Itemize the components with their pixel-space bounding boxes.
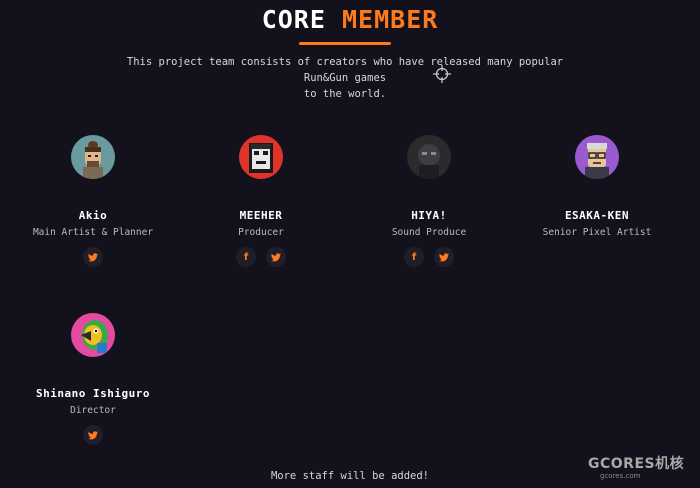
twitter-icon[interactable] (266, 247, 286, 267)
member-name: MEEHER (239, 209, 283, 222)
description-line: to the world. (303, 88, 387, 100)
member-card-shinano-ishiguro: Shinano Ishiguro Director (8, 313, 178, 445)
twitter-icon[interactable] (434, 247, 454, 267)
crosshair-cursor-icon (432, 64, 452, 84)
avatar (71, 313, 115, 357)
member-name: Akio (78, 209, 108, 222)
title-word-core: CORE (261, 5, 326, 34)
member-name: Shinano Ishiguro (36, 387, 150, 400)
member-socials: f (176, 247, 346, 267)
member-card-akio: Akio Main Artist & Planner (8, 135, 178, 267)
title-underline (299, 42, 391, 45)
facebook-icon[interactable]: f (236, 247, 256, 267)
avatar (71, 135, 115, 179)
member-role: Senior Pixel Artist (542, 227, 652, 238)
member-name: HIYA! (411, 209, 447, 222)
member-role: Sound Produce (391, 227, 467, 238)
member-socials: f (344, 247, 514, 267)
description-line: This project team consists of creators w… (126, 56, 564, 84)
member-card-meeher: MEEHER Producer f (176, 135, 346, 267)
member-socials (8, 247, 178, 267)
section-title: CORE MEMBER (0, 5, 700, 34)
member-role: Director (70, 405, 116, 416)
member-name: ESAKA-KEN (564, 209, 630, 222)
title-word-member: MEMBER (341, 5, 439, 34)
avatar (575, 135, 619, 179)
twitter-icon[interactable] (83, 425, 103, 445)
watermark-sub: gcores.com (600, 472, 641, 480)
member-role: Main Artist & Planner (32, 227, 154, 238)
member-socials (8, 425, 178, 445)
avatar (239, 135, 283, 179)
twitter-icon[interactable] (83, 247, 103, 267)
watermark-main: GCORES机核 (588, 456, 685, 472)
avatar (407, 135, 451, 179)
member-card-hiya: HIYA! Sound Produce f (344, 135, 514, 267)
watermark-logo: GCORES机核 gcores.com (588, 453, 696, 480)
member-card-esaka-ken: ESAKA-KEN Senior Pixel Artist (512, 135, 682, 238)
member-role: Producer (238, 227, 284, 238)
section-description: This project team consists of creators w… (110, 54, 580, 102)
facebook-icon[interactable]: f (404, 247, 424, 267)
